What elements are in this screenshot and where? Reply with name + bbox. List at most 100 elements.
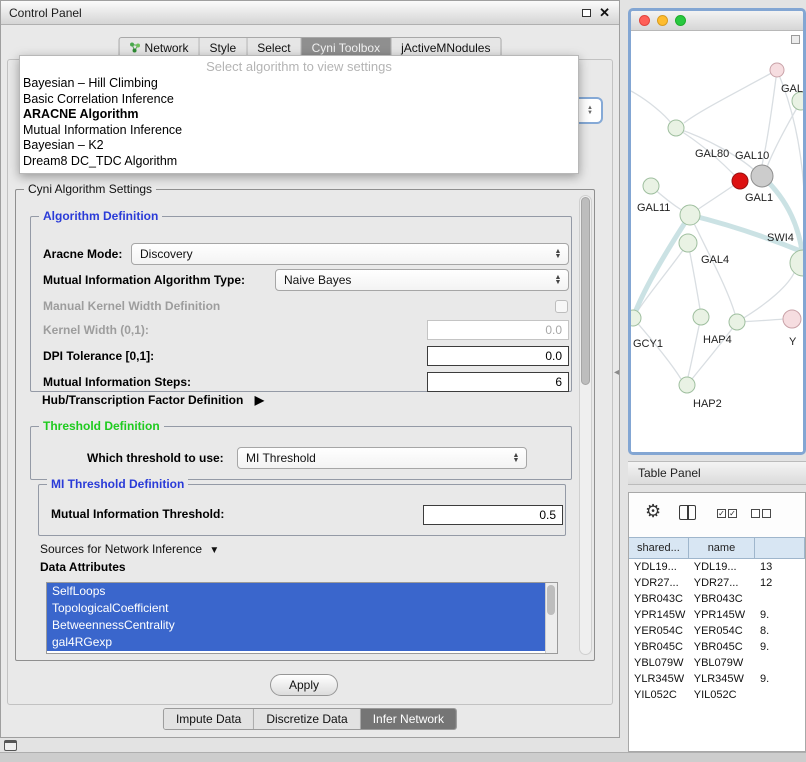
network-node-swi4[interactable] — [790, 250, 803, 276]
table-cell: 9. — [755, 607, 805, 623]
deselect-all-checkboxes-icon[interactable] — [751, 509, 771, 518]
panel-splitter-handle[interactable]: ◂ — [614, 367, 619, 378]
manual-kernel-width-checkbox[interactable] — [555, 300, 568, 313]
network-node-gal1[interactable] — [732, 173, 748, 189]
algorithm-option-mutual-information-inference[interactable]: Mutual Information Inference — [20, 123, 578, 139]
zoom-traffic-light-icon[interactable] — [675, 15, 686, 26]
network-node-gal80[interactable] — [668, 120, 684, 136]
data-attributes-list[interactable]: SelfLoopsTopologicalCoefficientBetweenne… — [46, 582, 558, 654]
bottom-tab-impute-data[interactable]: Impute Data — [164, 709, 254, 729]
scrollbar-thumb[interactable] — [547, 585, 555, 615]
collapse-arrow-icon[interactable]: ▼ — [209, 545, 219, 556]
kernel-width-label: Kernel Width (0,1): — [43, 319, 149, 341]
settings-scrollbar-thumb[interactable] — [581, 197, 590, 385]
mi-algorithm-type-label: Mutual Information Algorithm Type: — [43, 269, 245, 291]
table-column-header[interactable] — [755, 538, 805, 558]
mi-threshold-definition-group: MI Threshold Definition Mutual Informati… — [38, 484, 566, 536]
apply-button[interactable]: Apply — [270, 674, 338, 696]
node-label: HAP4 — [703, 334, 732, 346]
which-threshold-combobox[interactable]: MI Threshold ▲▼ — [237, 447, 527, 469]
table-cell: YBR045C — [689, 639, 755, 655]
attribute-item-gal4rgexp[interactable]: gal4RGexp — [47, 634, 545, 651]
network-edges-thick — [634, 176, 803, 315]
attribute-item-betweennesscentrality[interactable]: BetweennessCentrality — [47, 617, 545, 634]
network-view-window: GAL8GAL80GAL10GAL1GAL11SWI4GAL4GCY1HAP4Y… — [628, 8, 806, 455]
minimized-panel-icon[interactable] — [4, 740, 17, 751]
algorithm-option-bayesian-k2[interactable]: Bayesian – K2 — [20, 138, 578, 154]
select-all-checkboxes-icon[interactable]: ✓✓ — [717, 509, 737, 518]
expand-arrow-icon[interactable]: ▶ — [255, 393, 264, 407]
settings-scrollbar[interactable] — [579, 195, 592, 655]
control-panel-titlebar: Control Panel ✕ — [1, 1, 619, 25]
table-row[interactable]: YPR145WYPR145W9. — [629, 607, 805, 623]
table-panel-titlebar: Table Panel — [628, 461, 806, 485]
mi-steps-field[interactable] — [427, 372, 569, 392]
mi-algorithm-type-combobox[interactable]: Naive Bayes ▲▼ — [275, 269, 569, 291]
bottom-tab-infer-network[interactable]: Infer Network — [361, 709, 456, 729]
manual-kernel-width-label: Manual Kernel Width Definition — [43, 295, 220, 317]
minimize-traffic-light-icon[interactable] — [657, 15, 668, 26]
network-node[interactable] — [680, 205, 700, 225]
attributes-list-scrollbar[interactable] — [545, 583, 557, 653]
table-column-header[interactable]: shared... — [629, 538, 689, 558]
algorithm-option-bayesian-hill-climbing[interactable]: Bayesian – Hill Climbing — [20, 76, 578, 92]
table-cell: YBR043C — [629, 591, 689, 607]
table-column-header[interactable]: name — [689, 538, 755, 558]
float-window-icon[interactable] — [582, 9, 591, 17]
table-cell: YBR043C — [689, 591, 755, 607]
gear-icon[interactable]: ⚙ — [645, 501, 661, 522]
table-row[interactable]: YBL079WYBL079W — [629, 655, 805, 671]
table-row[interactable]: YBR043CYBR043C — [629, 591, 805, 607]
close-icon[interactable]: ✕ — [599, 5, 610, 21]
network-node-gcy1[interactable] — [631, 310, 641, 326]
network-node-hap4[interactable] — [693, 309, 709, 325]
attribute-item-topologicalcoefficient[interactable]: TopologicalCoefficient — [47, 600, 545, 617]
table-row[interactable]: YBR045CYBR045C9. — [629, 639, 805, 655]
algorithm-option-basic-correlation-inference[interactable]: Basic Correlation Inference — [20, 92, 578, 108]
algorithm-definition-group: Algorithm Definition Aracne Mode: Discov… — [30, 216, 572, 392]
node-label: GCY1 — [633, 338, 663, 350]
algorithm-combobox-fragment[interactable]: ▲▼ — [579, 97, 603, 124]
table-cell: 9. — [755, 639, 805, 655]
table-row[interactable]: YIL052CYIL052C — [629, 687, 805, 703]
attribute-item-selfloops[interactable]: SelfLoops — [47, 583, 545, 600]
algorithm-option-dream8-dc-tdc-algorithm[interactable]: Dream8 DC_TDC Algorithm — [20, 154, 578, 170]
node-label: GAL80 — [695, 148, 729, 160]
columns-icon[interactable] — [679, 505, 696, 520]
hub-transcription-factor-section[interactable]: Hub/Transcription Factor Definition ▶ — [42, 393, 264, 407]
settings-group-title: Cyni Algorithm Settings — [24, 182, 156, 196]
network-node-gal4[interactable] — [679, 234, 697, 252]
table-row[interactable]: YDL19...YDL19...13 — [629, 559, 805, 575]
dpi-tolerance-field[interactable] — [427, 346, 569, 366]
network-window-titlebar — [631, 11, 803, 31]
algorithm-dropdown-popup: Select algorithm to view settings Bayesi… — [19, 55, 579, 174]
network-node[interactable] — [729, 314, 745, 330]
network-canvas[interactable]: GAL8GAL80GAL10GAL1GAL11SWI4GAL4GCY1HAP4Y… — [631, 31, 803, 452]
network-node[interactable] — [770, 63, 784, 77]
close-traffic-light-icon[interactable] — [639, 15, 650, 26]
table-row[interactable]: YDR27...YDR27...12 — [629, 575, 805, 591]
kernel-width-field[interactable] — [427, 320, 569, 340]
network-node-gal11[interactable] — [643, 178, 659, 194]
hub-section-label: Hub/Transcription Factor Definition — [42, 393, 243, 407]
table-row[interactable]: YER054CYER054C8. — [629, 623, 805, 639]
table-cell: YDL19... — [629, 559, 689, 575]
aracne-mode-combobox[interactable]: Discovery ▲▼ — [131, 243, 569, 265]
bottom-tab-strip: Impute DataDiscretize DataInfer Network — [163, 708, 457, 730]
algorithm-option-aracne-algorithm[interactable]: ARACNE Algorithm — [20, 107, 578, 123]
mi-threshold-field[interactable] — [423, 505, 563, 525]
network-graph: GAL8GAL80GAL10GAL1GAL11SWI4GAL4GCY1HAP4Y… — [631, 31, 803, 452]
aracne-mode-value: Discovery — [132, 247, 551, 261]
attr-items: SelfLoopsTopologicalCoefficientBetweenne… — [47, 583, 557, 651]
node-label: GAL11 — [637, 202, 670, 214]
bottom-tab-discretize-data[interactable]: Discretize Data — [254, 709, 360, 729]
network-node-gal10[interactable] — [751, 165, 773, 187]
network-node-hap2[interactable] — [679, 377, 695, 393]
network-node-y[interactable] — [783, 310, 801, 328]
mi-algorithm-type-value: Naive Bayes — [276, 273, 551, 287]
node-label: GAL1 — [745, 192, 773, 204]
table-cell: 8. — [755, 623, 805, 639]
table-row[interactable]: YLR345WYLR345W9. — [629, 671, 805, 687]
sources-section[interactable]: Sources for Network Inference ▼ — [40, 542, 219, 556]
node-label: Y — [789, 336, 797, 348]
